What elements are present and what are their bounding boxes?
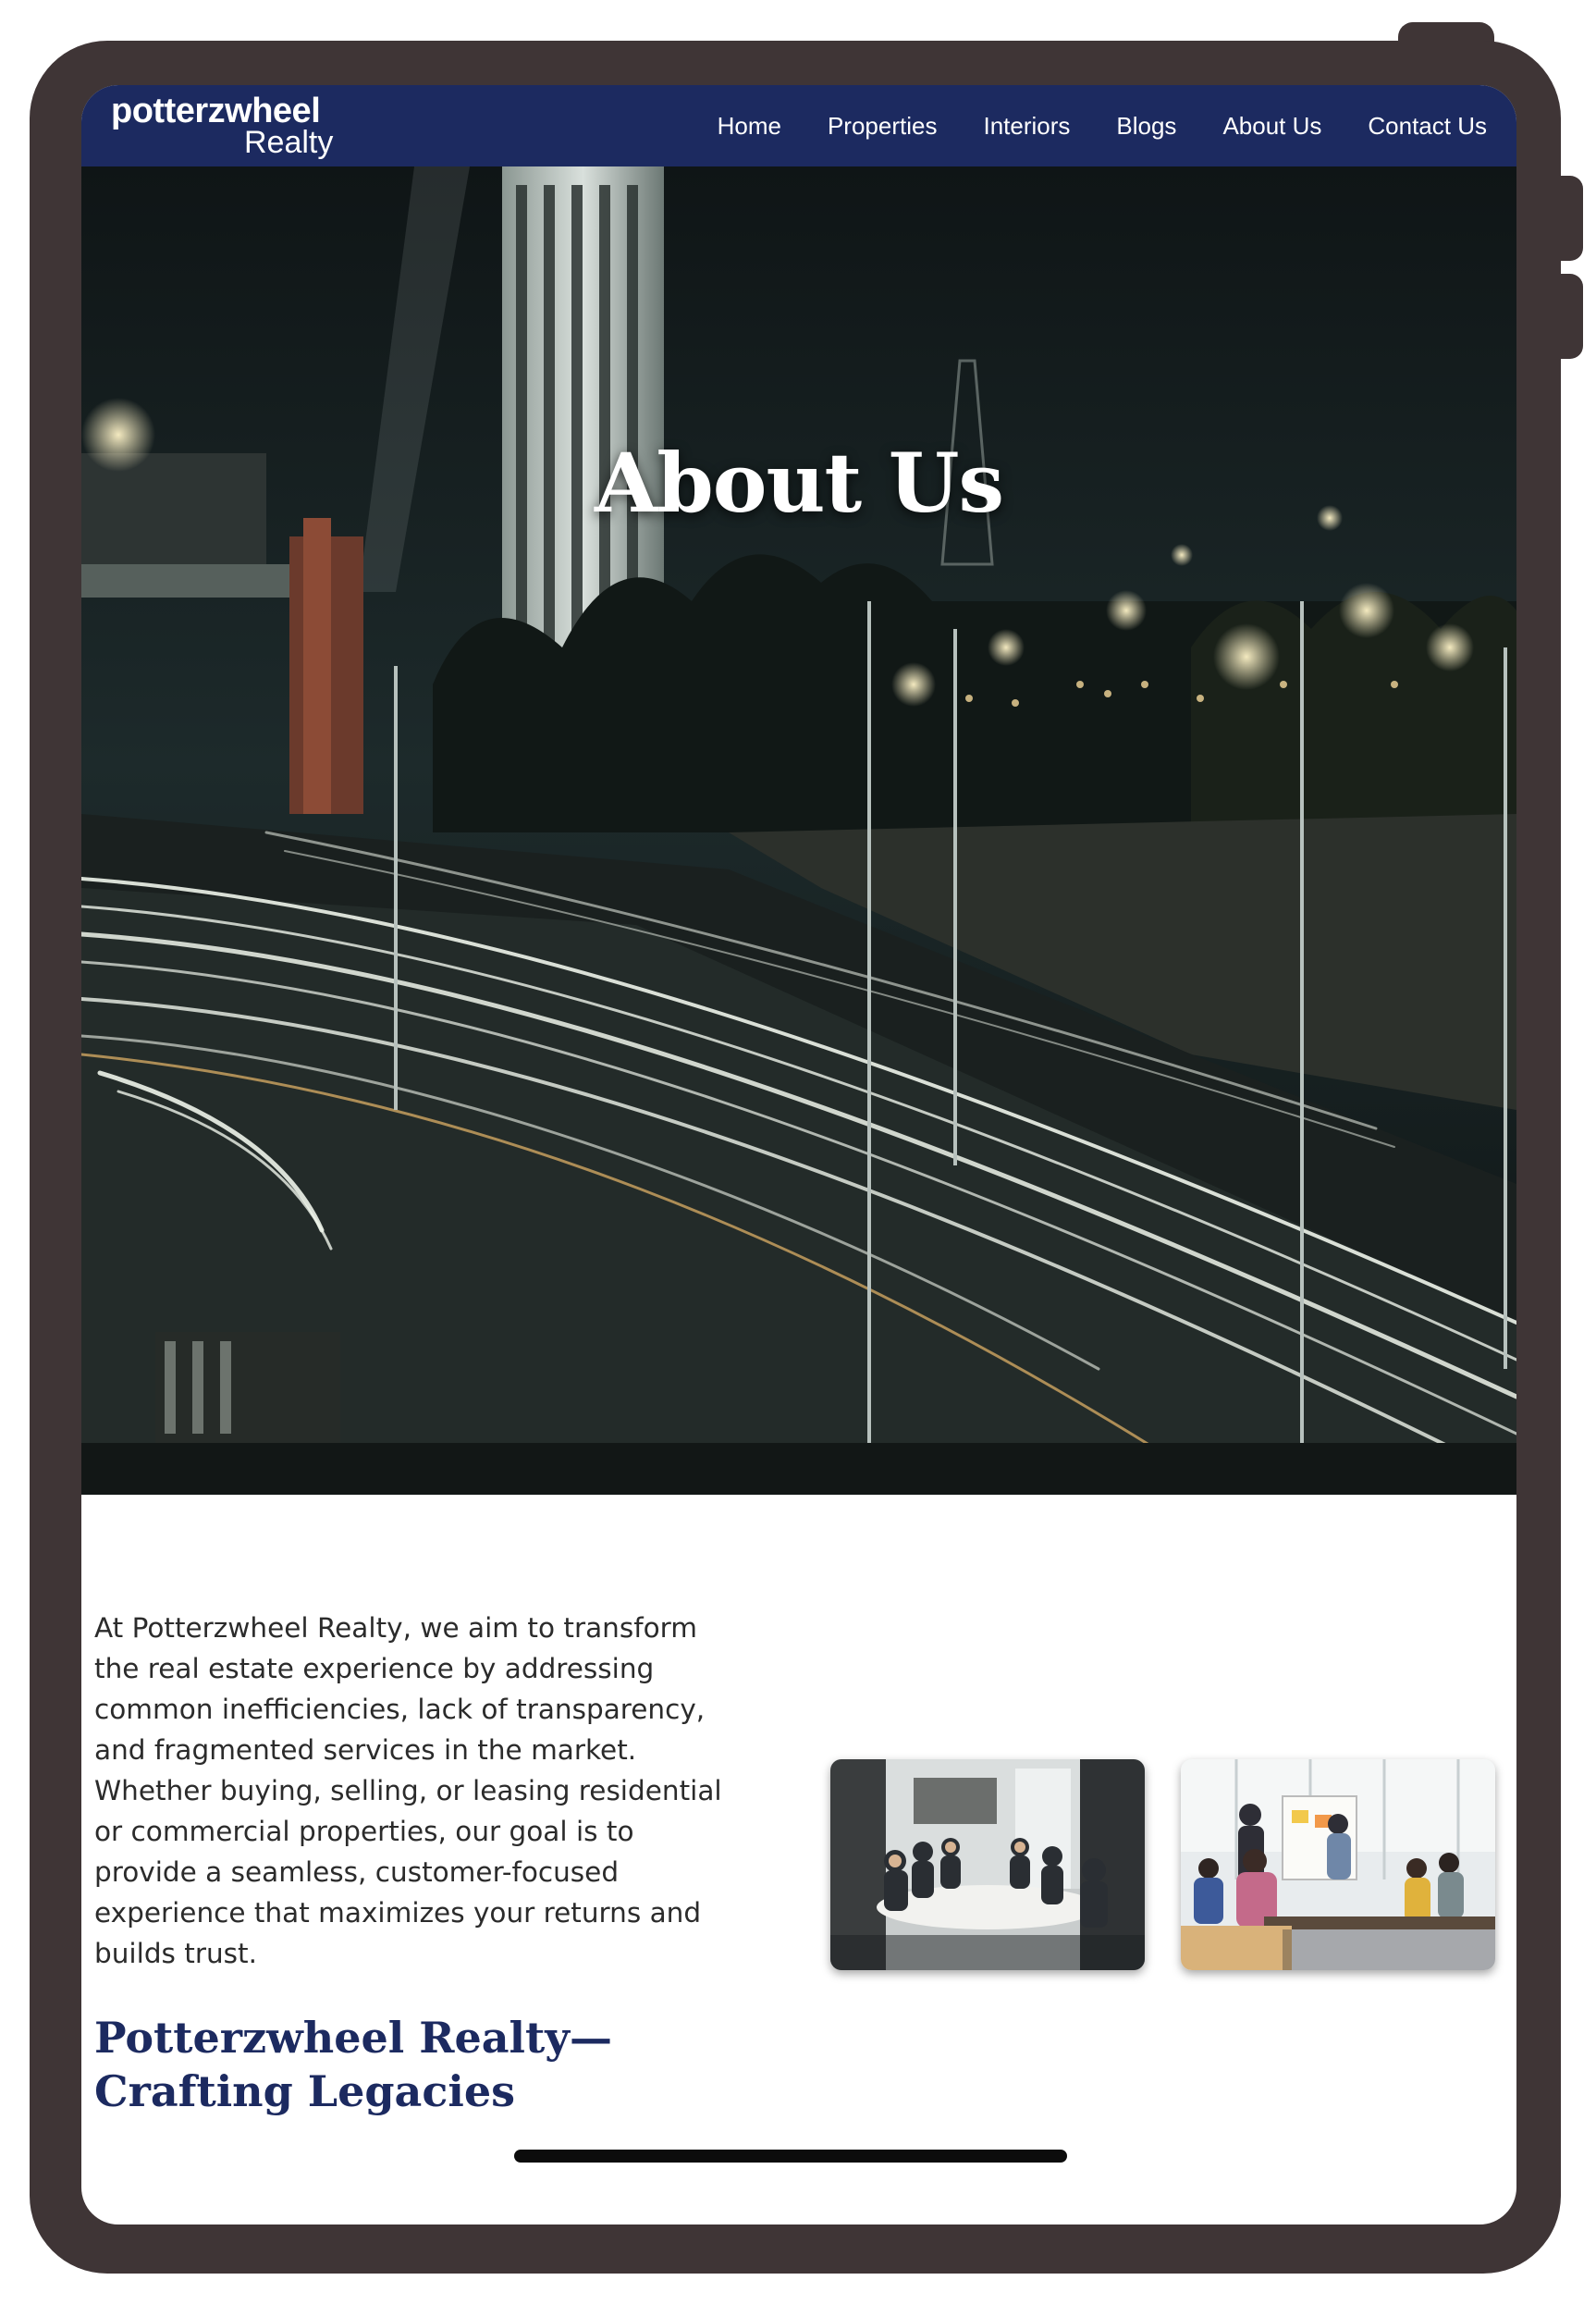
nav-contact-us[interactable]: Contact Us (1368, 112, 1487, 141)
hero-title: About Us (594, 435, 1004, 531)
logo-sub-text: Realty (244, 125, 334, 160)
home-indicator-bar[interactable] (514, 2150, 1067, 2163)
screen: potterzwheel Realty Home Properties Inte… (81, 85, 1516, 2225)
hero-background-image (81, 166, 1516, 1495)
nav-about-us[interactable]: About Us (1222, 112, 1321, 141)
brand-logo[interactable]: potterzwheel Realty (111, 91, 351, 161)
nav-blogs[interactable]: Blogs (1116, 112, 1176, 141)
team-brainstorm-photo (1181, 1759, 1495, 1970)
nav-properties[interactable]: Properties (828, 112, 938, 141)
section-heading: Potterzwheel Realty—Crafting Legacies (94, 2013, 612, 2116)
hero-banner: About Us (81, 166, 1516, 1495)
intro-paragraph: At Potterzwheel Realty, we aim to transf… (94, 1612, 722, 1969)
nav-menu: Home Properties Interiors Blogs About Us… (671, 85, 1487, 166)
nav-interiors[interactable]: Interiors (983, 112, 1070, 141)
nav-home[interactable]: Home (718, 112, 781, 141)
team-meeting-photo (830, 1759, 1145, 1970)
top-navbar: potterzwheel Realty Home Properties Inte… (81, 85, 1516, 166)
